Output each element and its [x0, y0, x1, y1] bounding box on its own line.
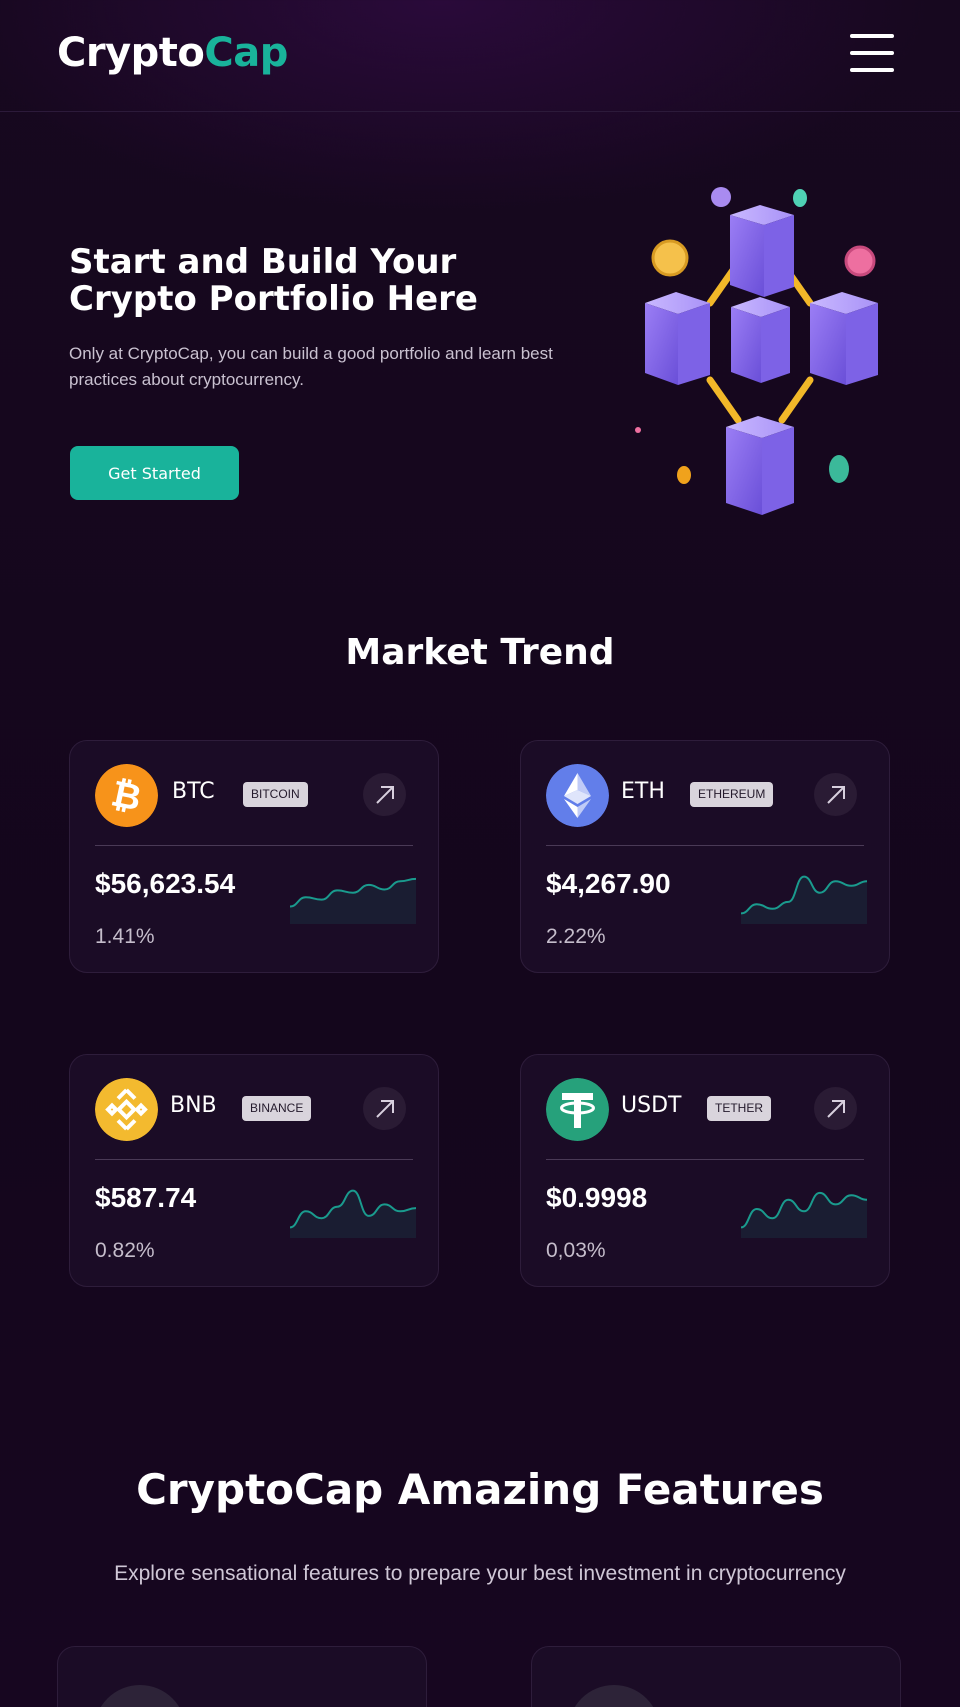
- menu-bar: [850, 51, 894, 55]
- market-card-eth[interactable]: ETH ETHEREUM $4,267.90 2.22%: [520, 740, 890, 973]
- sparkline-area: [290, 878, 416, 924]
- coin-name-badge: TETHER: [707, 1096, 771, 1121]
- card-divider: [546, 1159, 864, 1160]
- hero-subtitle: Only at CryptoCap, you can build a good …: [69, 344, 553, 389]
- card-divider: [546, 845, 864, 846]
- sparkline-area: [741, 1192, 867, 1238]
- cube-bottom: [726, 416, 794, 515]
- feature-icon: [568, 1685, 660, 1707]
- coin-icon: [844, 245, 876, 277]
- cube-top: [730, 205, 794, 297]
- market-card-bnb[interactable]: BNB BINANCE $587.74 0.82%: [69, 1054, 439, 1287]
- cube-center: [731, 297, 790, 383]
- cube-right: [810, 292, 878, 385]
- market-card-usdt[interactable]: USDT TETHER $0.9998 0,03%: [520, 1054, 890, 1287]
- card-divider: [95, 1159, 413, 1160]
- feature-card[interactable]: [531, 1646, 901, 1707]
- coin-ticker: BNB: [170, 1093, 217, 1118]
- market-card-btc[interactable]: ₿ BTC BITCOIN $56,623.54 1.41%: [69, 740, 439, 973]
- market-trend-title: Market Trend: [345, 632, 615, 673]
- sparkline-area: [290, 1190, 416, 1238]
- coin-name-badge: ETHEREUM: [690, 782, 774, 807]
- coin-name-badge: BITCOIN: [243, 782, 308, 807]
- tether-icon: [546, 1078, 609, 1141]
- features-subtitle: Explore sensational features to prepare …: [114, 1562, 846, 1585]
- ethereum-icon: [546, 764, 609, 827]
- coin-change: 1.41%: [95, 925, 155, 948]
- coin-price: $4,267.90: [546, 868, 671, 899]
- coin-price: $56,623.54: [95, 868, 236, 899]
- sparkline-chart: [741, 1191, 867, 1238]
- coin-change: 0.82%: [95, 1239, 155, 1262]
- sparkline-chart: [290, 877, 416, 924]
- coin-change: 2.22%: [546, 925, 606, 948]
- logo[interactable]: CryptoCap: [57, 30, 288, 76]
- feature-card[interactable]: [57, 1646, 427, 1707]
- card-divider: [95, 845, 413, 846]
- sparkline-chart: [741, 875, 867, 924]
- sparkline-chart: [290, 1189, 416, 1238]
- coin-icon: [829, 455, 849, 483]
- menu-bar: [850, 68, 894, 72]
- feature-icon: [94, 1685, 186, 1707]
- menu-bar: [850, 34, 894, 38]
- arrow-up-right-icon[interactable]: [814, 773, 857, 816]
- get-started-button[interactable]: Get Started: [70, 446, 239, 500]
- coin-icon: [677, 466, 691, 484]
- coin-icon: [635, 427, 641, 433]
- sparkline-area: [741, 876, 867, 924]
- coin-price: $0.9998: [546, 1182, 648, 1213]
- bitcoin-icon: ₿: [95, 764, 158, 827]
- coin-price: $587.74: [95, 1182, 197, 1213]
- coin-ticker: USDT: [621, 1093, 682, 1118]
- site-header: CryptoCap: [0, 0, 960, 112]
- coin-ticker: ETH: [621, 779, 665, 804]
- cube-left: [645, 292, 710, 385]
- binance-icon: [95, 1078, 158, 1141]
- coin-name-badge: BINANCE: [242, 1096, 312, 1121]
- coin-icon: [711, 187, 731, 207]
- coin-icon: [651, 239, 689, 277]
- logo-text-cap: Cap: [204, 30, 288, 76]
- blockchain-cubes-illustration: [635, 187, 878, 515]
- coin-ticker: BTC: [172, 779, 215, 804]
- hamburger-menu-icon[interactable]: [850, 34, 894, 72]
- coin-icon: [793, 189, 807, 207]
- arrow-up-right-icon[interactable]: [363, 1087, 406, 1130]
- logo-text-crypto: Crypto: [57, 30, 205, 76]
- hero-title: Start and Build Your Crypto Portfolio He…: [69, 242, 478, 319]
- features-title: CryptoCap Amazing Features: [136, 1465, 824, 1514]
- arrow-up-right-icon[interactable]: [363, 773, 406, 816]
- arrow-up-right-icon[interactable]: [814, 1087, 857, 1130]
- coin-change: 0,03%: [546, 1239, 606, 1262]
